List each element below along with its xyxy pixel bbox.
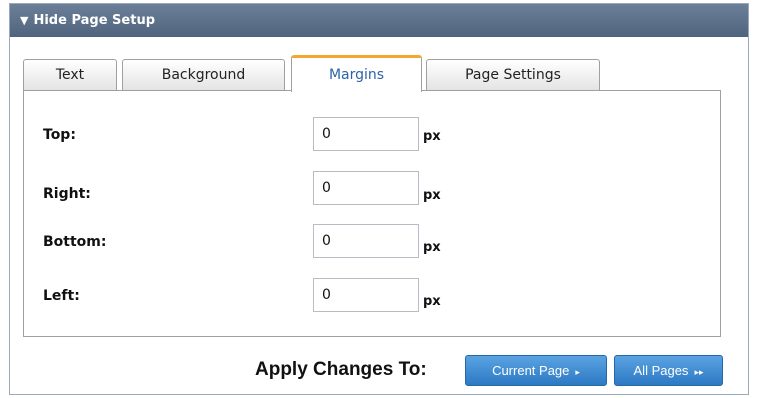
top-margin-input[interactable]	[313, 117, 419, 151]
right-margin-input[interactable]	[313, 171, 419, 205]
left-unit: px	[423, 294, 441, 309]
collapse-arrow-icon: ▼	[20, 14, 29, 27]
bottom-label: Bottom:	[43, 234, 107, 250]
left-label: Left:	[43, 288, 80, 304]
current-page-label: Current Page	[492, 363, 570, 378]
top-label: Top:	[43, 127, 76, 143]
apply-changes-label: Apply Changes To:	[255, 359, 427, 380]
tab-page-settings[interactable]: Page Settings	[426, 59, 600, 91]
double-chevron-right-icon: ▸▸	[694, 367, 704, 377]
left-margin-input[interactable]	[313, 278, 419, 312]
all-pages-button[interactable]: All Pages ▸▸	[614, 355, 723, 386]
current-page-button[interactable]: Current Page ▸	[465, 355, 607, 386]
bottom-margin-input[interactable]	[313, 224, 419, 258]
hide-page-setup-toggle[interactable]: ▼ Hide Page Setup	[10, 4, 748, 37]
panel-title: Hide Page Setup	[33, 13, 156, 28]
all-pages-label: All Pages	[633, 363, 689, 378]
right-unit: px	[423, 188, 441, 203]
bottom-unit: px	[423, 240, 441, 255]
tab-margins[interactable]: Margins	[291, 55, 422, 92]
tab-text[interactable]: Text	[23, 59, 117, 91]
chevron-right-icon: ▸	[575, 367, 580, 377]
tab-background[interactable]: Background	[122, 59, 285, 91]
right-label: Right:	[43, 186, 91, 202]
top-unit: px	[423, 129, 441, 144]
margins-panel: Top: px Right: px Bottom: px Left: px	[23, 90, 721, 337]
